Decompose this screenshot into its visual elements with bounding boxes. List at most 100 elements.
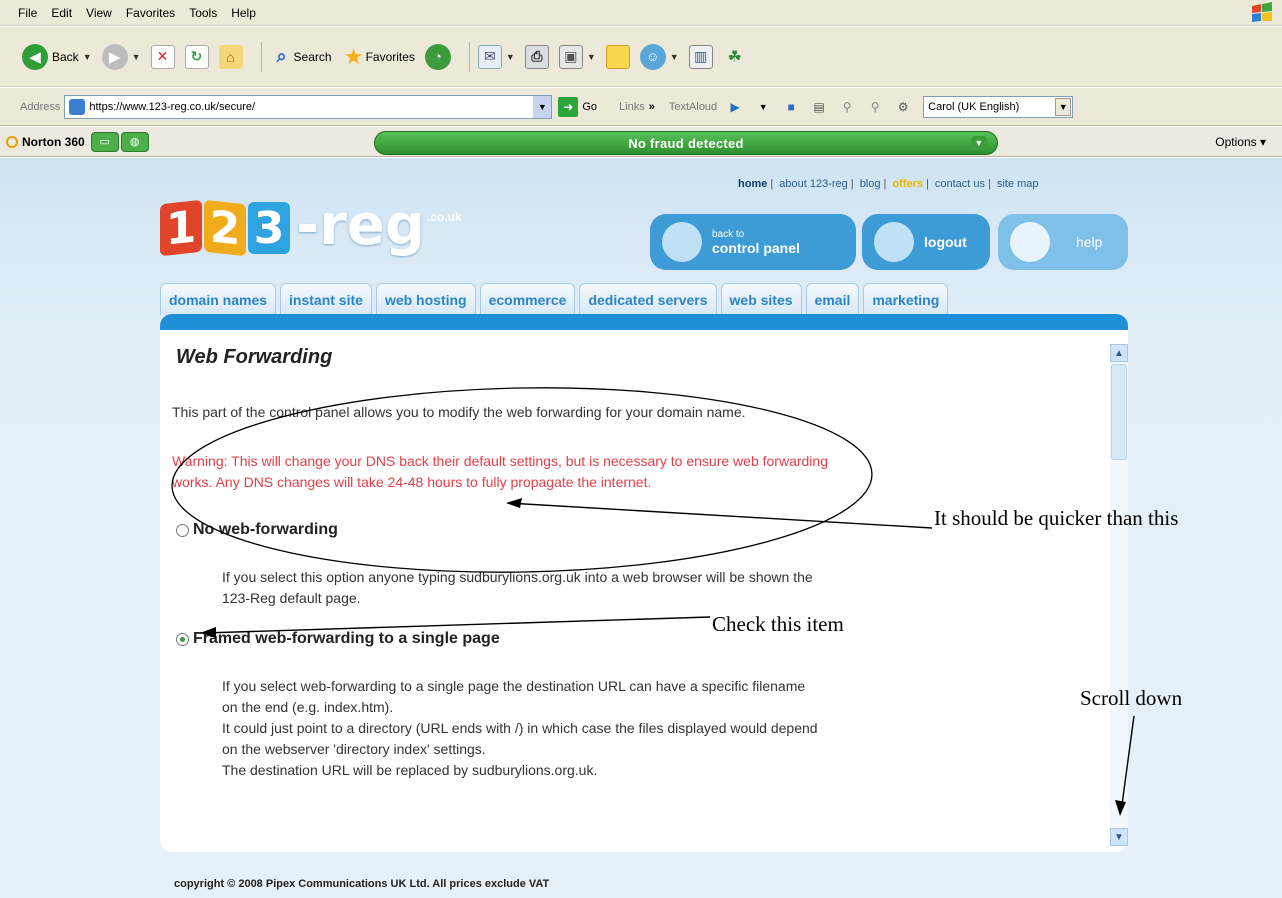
link-home[interactable]: home (738, 178, 767, 190)
voice-select[interactable]: Carol (UK English) ▼ (923, 95, 1074, 118)
logo-tld: .co.uk (426, 210, 462, 224)
search-icon: ⌕ (276, 46, 287, 66)
tab-email[interactable]: email (805, 283, 860, 315)
address-input[interactable]: https://www.123-reg.co.uk/secure/ ▼ (64, 94, 553, 119)
play-icon[interactable]: ▶ (725, 98, 745, 116)
norton-check-icon (6, 135, 18, 148)
search-button[interactable]: ⌕ Search (270, 45, 332, 69)
play-dropdown-icon[interactable]: ▼ (753, 98, 773, 116)
norton-pc-icon[interactable]: ▭ (90, 131, 119, 152)
option-no-forwarding-desc-2: 123-Reg default page. (222, 590, 361, 606)
forward-button[interactable]: ▶ ▼ (101, 43, 141, 70)
menu-edit[interactable]: Edit (51, 6, 72, 20)
tab-web-sites[interactable]: web sites (720, 283, 802, 315)
document-icon[interactable]: ▤ (809, 98, 829, 116)
option-framed-desc-3: It could just point to a directory (URL … (222, 720, 818, 736)
links-chevron-icon[interactable]: » (649, 101, 655, 113)
mail-button[interactable]: ✉ ▼ (477, 44, 515, 69)
menu-view[interactable]: View (86, 6, 112, 20)
warning-line-1: Warning: This will change your DNS back … (172, 453, 828, 469)
stop-square-icon[interactable]: ■ (781, 98, 801, 116)
menu-tools[interactable]: Tools (189, 6, 217, 20)
tab-marketing[interactable]: marketing (863, 283, 949, 315)
windows-logo-icon (1252, 2, 1272, 22)
settings-icon[interactable]: ⚙ (893, 98, 913, 116)
back-label: Back (52, 49, 79, 64)
tab-instant-site[interactable]: instant site (280, 283, 372, 315)
fraud-dropdown-icon[interactable]: ▼ (971, 136, 987, 150)
menu-bar: File Edit View Favorites Tools Help (0, 0, 1282, 26)
history-button[interactable]: ◔ (424, 43, 451, 70)
option-no-forwarding-desc-1: If you select this option anyone typing … (222, 569, 813, 585)
logout-button[interactable]: logout (862, 214, 990, 270)
gear-icon (662, 222, 702, 262)
tab-domain-names[interactable]: domain names (160, 283, 277, 315)
annotation-scroll-text: Scroll down (1080, 686, 1183, 710)
help-button[interactable]: help (998, 214, 1128, 270)
tab-dedicated-servers[interactable]: dedicated servers (579, 283, 717, 315)
edit-dropdown-icon: ▼ (586, 51, 596, 62)
tab-ecommerce[interactable]: ecommerce (479, 283, 576, 315)
zoom-out-icon[interactable]: ⚲ (865, 98, 885, 116)
help-icon (1010, 222, 1050, 262)
link-blog[interactable]: blog (860, 178, 881, 190)
voice-dropdown-icon: ▼ (1055, 97, 1072, 116)
address-label: Address (20, 100, 61, 113)
norton-globe-icon[interactable]: ◍ (120, 131, 149, 152)
radio-no-forwarding[interactable] (176, 523, 189, 537)
zoom-in-icon[interactable]: ⚲ (837, 98, 857, 116)
go-button[interactable]: ➜ Go (558, 96, 597, 117)
content-panel: Web Forwarding This part of the control … (160, 314, 1128, 852)
tab-web-hosting[interactable]: web hosting (375, 283, 476, 315)
print-button[interactable]: ⎙ (524, 44, 549, 69)
help-label: help (1076, 234, 1103, 250)
stop-icon: ✕ (150, 44, 175, 69)
logo-digit-1: 1 (160, 199, 202, 257)
home-button[interactable]: ⌂ (218, 44, 243, 69)
scroll-up-icon[interactable]: ▲ (1110, 344, 1128, 362)
content-scrollbar[interactable]: ▲ ▼ (1110, 344, 1128, 846)
link-sitemap[interactable]: site map (997, 178, 1039, 190)
favorites-label: Favorites (365, 49, 415, 64)
nav-tabs: domain names instant site web hosting ec… (160, 283, 952, 315)
home-icon: ⌂ (218, 44, 243, 69)
go-arrow-icon: ➜ (558, 96, 579, 117)
research-button[interactable]: ▥ (688, 44, 713, 69)
search-label: Search (293, 49, 332, 64)
link-about[interactable]: about 123-reg (779, 178, 848, 190)
refresh-button[interactable]: ↻ (184, 44, 209, 69)
intro-text: This part of the control panel allows yo… (172, 404, 746, 420)
norton-options-button[interactable]: Options ▾ (1215, 135, 1266, 149)
link-contact[interactable]: contact us (935, 178, 985, 190)
messenger-button[interactable]: ☺ ▼ (639, 43, 679, 70)
favorites-button[interactable]: ★ Favorites (342, 44, 415, 69)
copyright-text: copyright © 2008 Pipex Communications UK… (174, 878, 550, 890)
page-icon (69, 98, 86, 115)
top-links: home | about 123-reg | blog | offers | conta… (738, 178, 1039, 190)
radio-framed-forwarding[interactable] (176, 632, 189, 646)
address-url: https://www.123-reg.co.uk/secure/ (89, 100, 256, 113)
logo-reg: -reg (296, 193, 425, 258)
discuss-button[interactable] (605, 44, 630, 69)
site-logo[interactable]: 1 2 3 -reg .co.uk (160, 193, 462, 258)
control-panel-button[interactable]: back to control panel (650, 214, 856, 270)
link-offers[interactable]: offers (892, 178, 923, 190)
option-framed-desc-5: The destination URL will be replaced by … (222, 762, 598, 778)
stop-button[interactable]: ✕ (150, 44, 175, 69)
people-button[interactable]: ☘ (723, 45, 747, 69)
scroll-down-icon[interactable]: ▼ (1110, 828, 1128, 846)
control-panel-line1: back to (712, 228, 745, 240)
scroll-thumb[interactable] (1111, 364, 1127, 460)
toolbar-separator (260, 41, 262, 72)
fraud-status-bar[interactable]: No fraud detected ▼ (374, 131, 998, 155)
option-framed-forwarding[interactable]: Framed web-forwarding to a single page (176, 630, 500, 648)
edit-button[interactable]: ▣ ▼ (558, 44, 596, 69)
option-no-forwarding[interactable]: No web-forwarding (176, 521, 338, 539)
options-label: Options (1215, 135, 1257, 149)
back-button[interactable]: ◀ Back ▼ (22, 43, 92, 70)
links-button[interactable]: Links (619, 101, 645, 113)
address-dropdown-icon[interactable]: ▼ (533, 95, 552, 118)
menu-favorites[interactable]: Favorites (126, 6, 175, 20)
menu-file[interactable]: File (18, 6, 37, 20)
menu-help[interactable]: Help (231, 6, 256, 20)
